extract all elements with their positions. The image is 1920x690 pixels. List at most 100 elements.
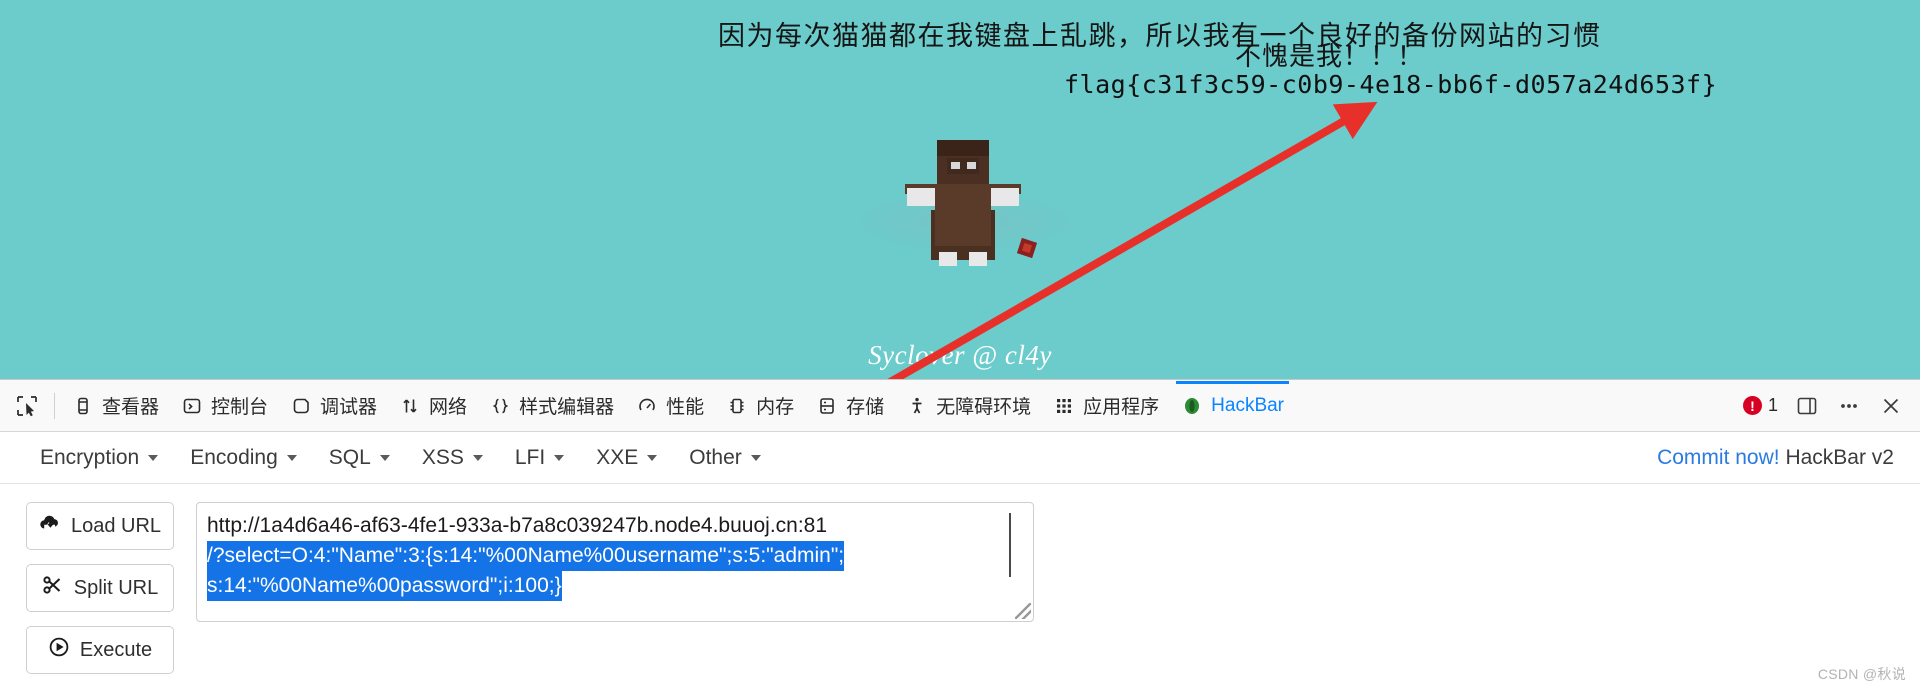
execute-label: Execute [79, 638, 153, 661]
tab-console[interactable]: 控制台 [170, 381, 279, 431]
network-icon [399, 395, 421, 417]
split-url-label: Split URL [73, 576, 159, 599]
tab-performance-label: 性能 [666, 397, 705, 418]
tab-storage[interactable]: 存储 [805, 381, 895, 431]
split-url-button[interactable]: Split URL [26, 564, 174, 612]
application-icon [1053, 395, 1075, 417]
hackbar-menubar: Encryption Encoding SQL XSS LFI XXE Othe… [0, 432, 1920, 484]
menu-lfi-label: LFI [514, 445, 546, 469]
menu-xss-label: XSS [421, 445, 464, 469]
menu-xss[interactable]: XSS [408, 440, 497, 476]
chevron-down-icon [647, 454, 658, 461]
error-icon: ! [1742, 396, 1762, 415]
text-caret [1009, 513, 1011, 577]
tab-hackbar-label: HackBar [1211, 394, 1285, 416]
devtools-tabbar: 查看器 控制台 调试器 网络 样式编辑器 性能 内存 存储 无障碍环境 应用程序… [0, 380, 1920, 432]
tab-accessibility-label: 无障碍环境 [936, 397, 1032, 418]
error-count-label: 1 [1767, 395, 1778, 415]
tab-performance[interactable]: 性能 [625, 381, 715, 431]
website-viewport: Syclover @ cl4y 因为每次猫猫都在我键盘上乱跳，所以我有一个良好的… [0, 0, 1920, 379]
tab-debugger[interactable]: 调试器 [279, 381, 388, 431]
commit-now-link[interactable]: Commit now! HackBar v2 [1657, 446, 1894, 470]
hackbar-action-buttons: Load URL Split URL Execute [26, 502, 174, 674]
element-picker-icon[interactable] [6, 385, 48, 427]
more-options-icon[interactable] [1836, 393, 1862, 419]
tab-inspector[interactable]: 查看器 [61, 381, 170, 431]
chevron-down-icon [554, 454, 565, 461]
tabbar-divider [54, 392, 55, 419]
chevron-down-icon [472, 454, 483, 461]
character-hair [937, 140, 989, 156]
tab-debugger-label: 调试器 [320, 397, 378, 418]
error-count-badge[interactable]: ! 1 [1742, 395, 1778, 416]
debugger-icon [290, 395, 312, 417]
dock-split-icon[interactable] [1794, 393, 1820, 419]
menu-encryption[interactable]: Encryption [26, 440, 172, 476]
handwritten-annotation-group: 因为每次猫猫都在我键盘上乱跳，所以我有一个良好的备份网站的习惯 不愧是我！！！ … [0, 0, 1920, 130]
scissors-icon [42, 575, 64, 601]
tab-hackbar[interactable]: HackBar [1170, 380, 1295, 431]
chevron-down-icon [379, 454, 390, 461]
url-line-2: /?select=O:4:"Name":3:{s:14:"%00Name%00u… [207, 541, 845, 571]
memory-icon [726, 395, 748, 417]
chevron-down-icon [148, 454, 159, 461]
character-leg-right [969, 252, 987, 266]
character-body [935, 184, 991, 246]
hackbar-body: Load URL Split URL Execute http://1a4d6a… [0, 484, 1920, 674]
menu-encryption-label: Encryption [40, 445, 140, 469]
annotation-line-2: 不愧是我！！！ [1235, 42, 1425, 71]
chevron-down-icon [286, 454, 297, 461]
cloud-download-icon [39, 513, 61, 539]
textarea-resize-handle[interactable] [1015, 603, 1031, 619]
performance-icon [636, 395, 658, 417]
load-url-button[interactable]: Load URL [26, 502, 174, 550]
tab-style-editor-label: 样式编辑器 [519, 397, 615, 418]
devtools-tabbar-right: ! 1 [1742, 393, 1920, 419]
menu-sql[interactable]: SQL [315, 440, 404, 476]
tab-style-editor[interactable]: 样式编辑器 [478, 381, 625, 431]
close-icon[interactable] [1878, 393, 1904, 419]
commit-now-label: Commit now! [1657, 445, 1780, 469]
menu-lfi[interactable]: LFI [501, 440, 578, 476]
page-signature: Syclover @ cl4y [868, 340, 1052, 370]
tab-console-label: 控制台 [211, 397, 269, 418]
url-field-wrapper: http://1a4d6a46-af63-4fe1-933a-b7a8c0392… [196, 502, 1034, 674]
tab-application-label: 应用程序 [1083, 397, 1160, 418]
load-url-label: Load URL [70, 514, 162, 537]
accessibility-icon [906, 395, 928, 417]
minecraft-character-art [855, 140, 1075, 290]
hackbar-options-row: Post data Referer User Agent Cookies Add… [0, 674, 1920, 690]
inspector-icon [72, 395, 94, 417]
character-eye-left [951, 162, 960, 169]
tab-accessibility[interactable]: 无障碍环境 [895, 381, 1042, 431]
menu-other[interactable]: Other [675, 440, 775, 476]
menu-xxe[interactable]: XXE [582, 440, 671, 476]
hackbar-version-label: HackBar v2 [1785, 445, 1894, 469]
menu-sql-label: SQL [328, 445, 371, 469]
execute-button[interactable]: Execute [26, 626, 174, 674]
hackbar-panel: Encryption Encoding SQL XSS LFI XXE Othe… [0, 432, 1920, 690]
tab-application[interactable]: 应用程序 [1042, 381, 1170, 431]
flag-text: flag{c31f3c59-c0b9-4e18-bb6f-d057a24d653… [1064, 70, 1718, 99]
console-icon [181, 395, 203, 417]
tab-network-label: 网络 [429, 397, 468, 418]
menu-other-label: Other [689, 445, 742, 469]
hackbar-logo-icon [1181, 395, 1203, 417]
menu-encoding-label: Encoding [190, 445, 278, 469]
tab-memory[interactable]: 内存 [715, 381, 805, 431]
menu-xxe-label: XXE [596, 445, 639, 469]
menu-encoding[interactable]: Encoding [176, 440, 311, 476]
annotation-line-1: 因为每次猫猫都在我键盘上乱跳，所以我有一个良好的备份网站的习惯 [718, 21, 1602, 51]
screenshot-root: Syclover @ cl4y 因为每次猫猫都在我键盘上乱跳，所以我有一个良好的… [0, 0, 1920, 690]
character-arm-right [989, 188, 1019, 206]
url-line-3: s:14:"%00Name%00password";i:100;} [207, 571, 562, 601]
character-eye-right [967, 162, 976, 169]
url-input[interactable]: http://1a4d6a46-af63-4fe1-933a-b7a8c0392… [196, 502, 1034, 622]
tab-network[interactable]: 网络 [388, 381, 478, 431]
devtools-panel: 查看器 控制台 调试器 网络 样式编辑器 性能 内存 存储 无障碍环境 应用程序… [0, 379, 1920, 690]
play-circle-icon [48, 636, 70, 664]
watermark: CSDN @秋说 [1817, 666, 1906, 682]
tab-inspector-label: 查看器 [102, 397, 160, 418]
tab-memory-label: 内存 [756, 397, 795, 418]
style-editor-icon [489, 395, 511, 417]
